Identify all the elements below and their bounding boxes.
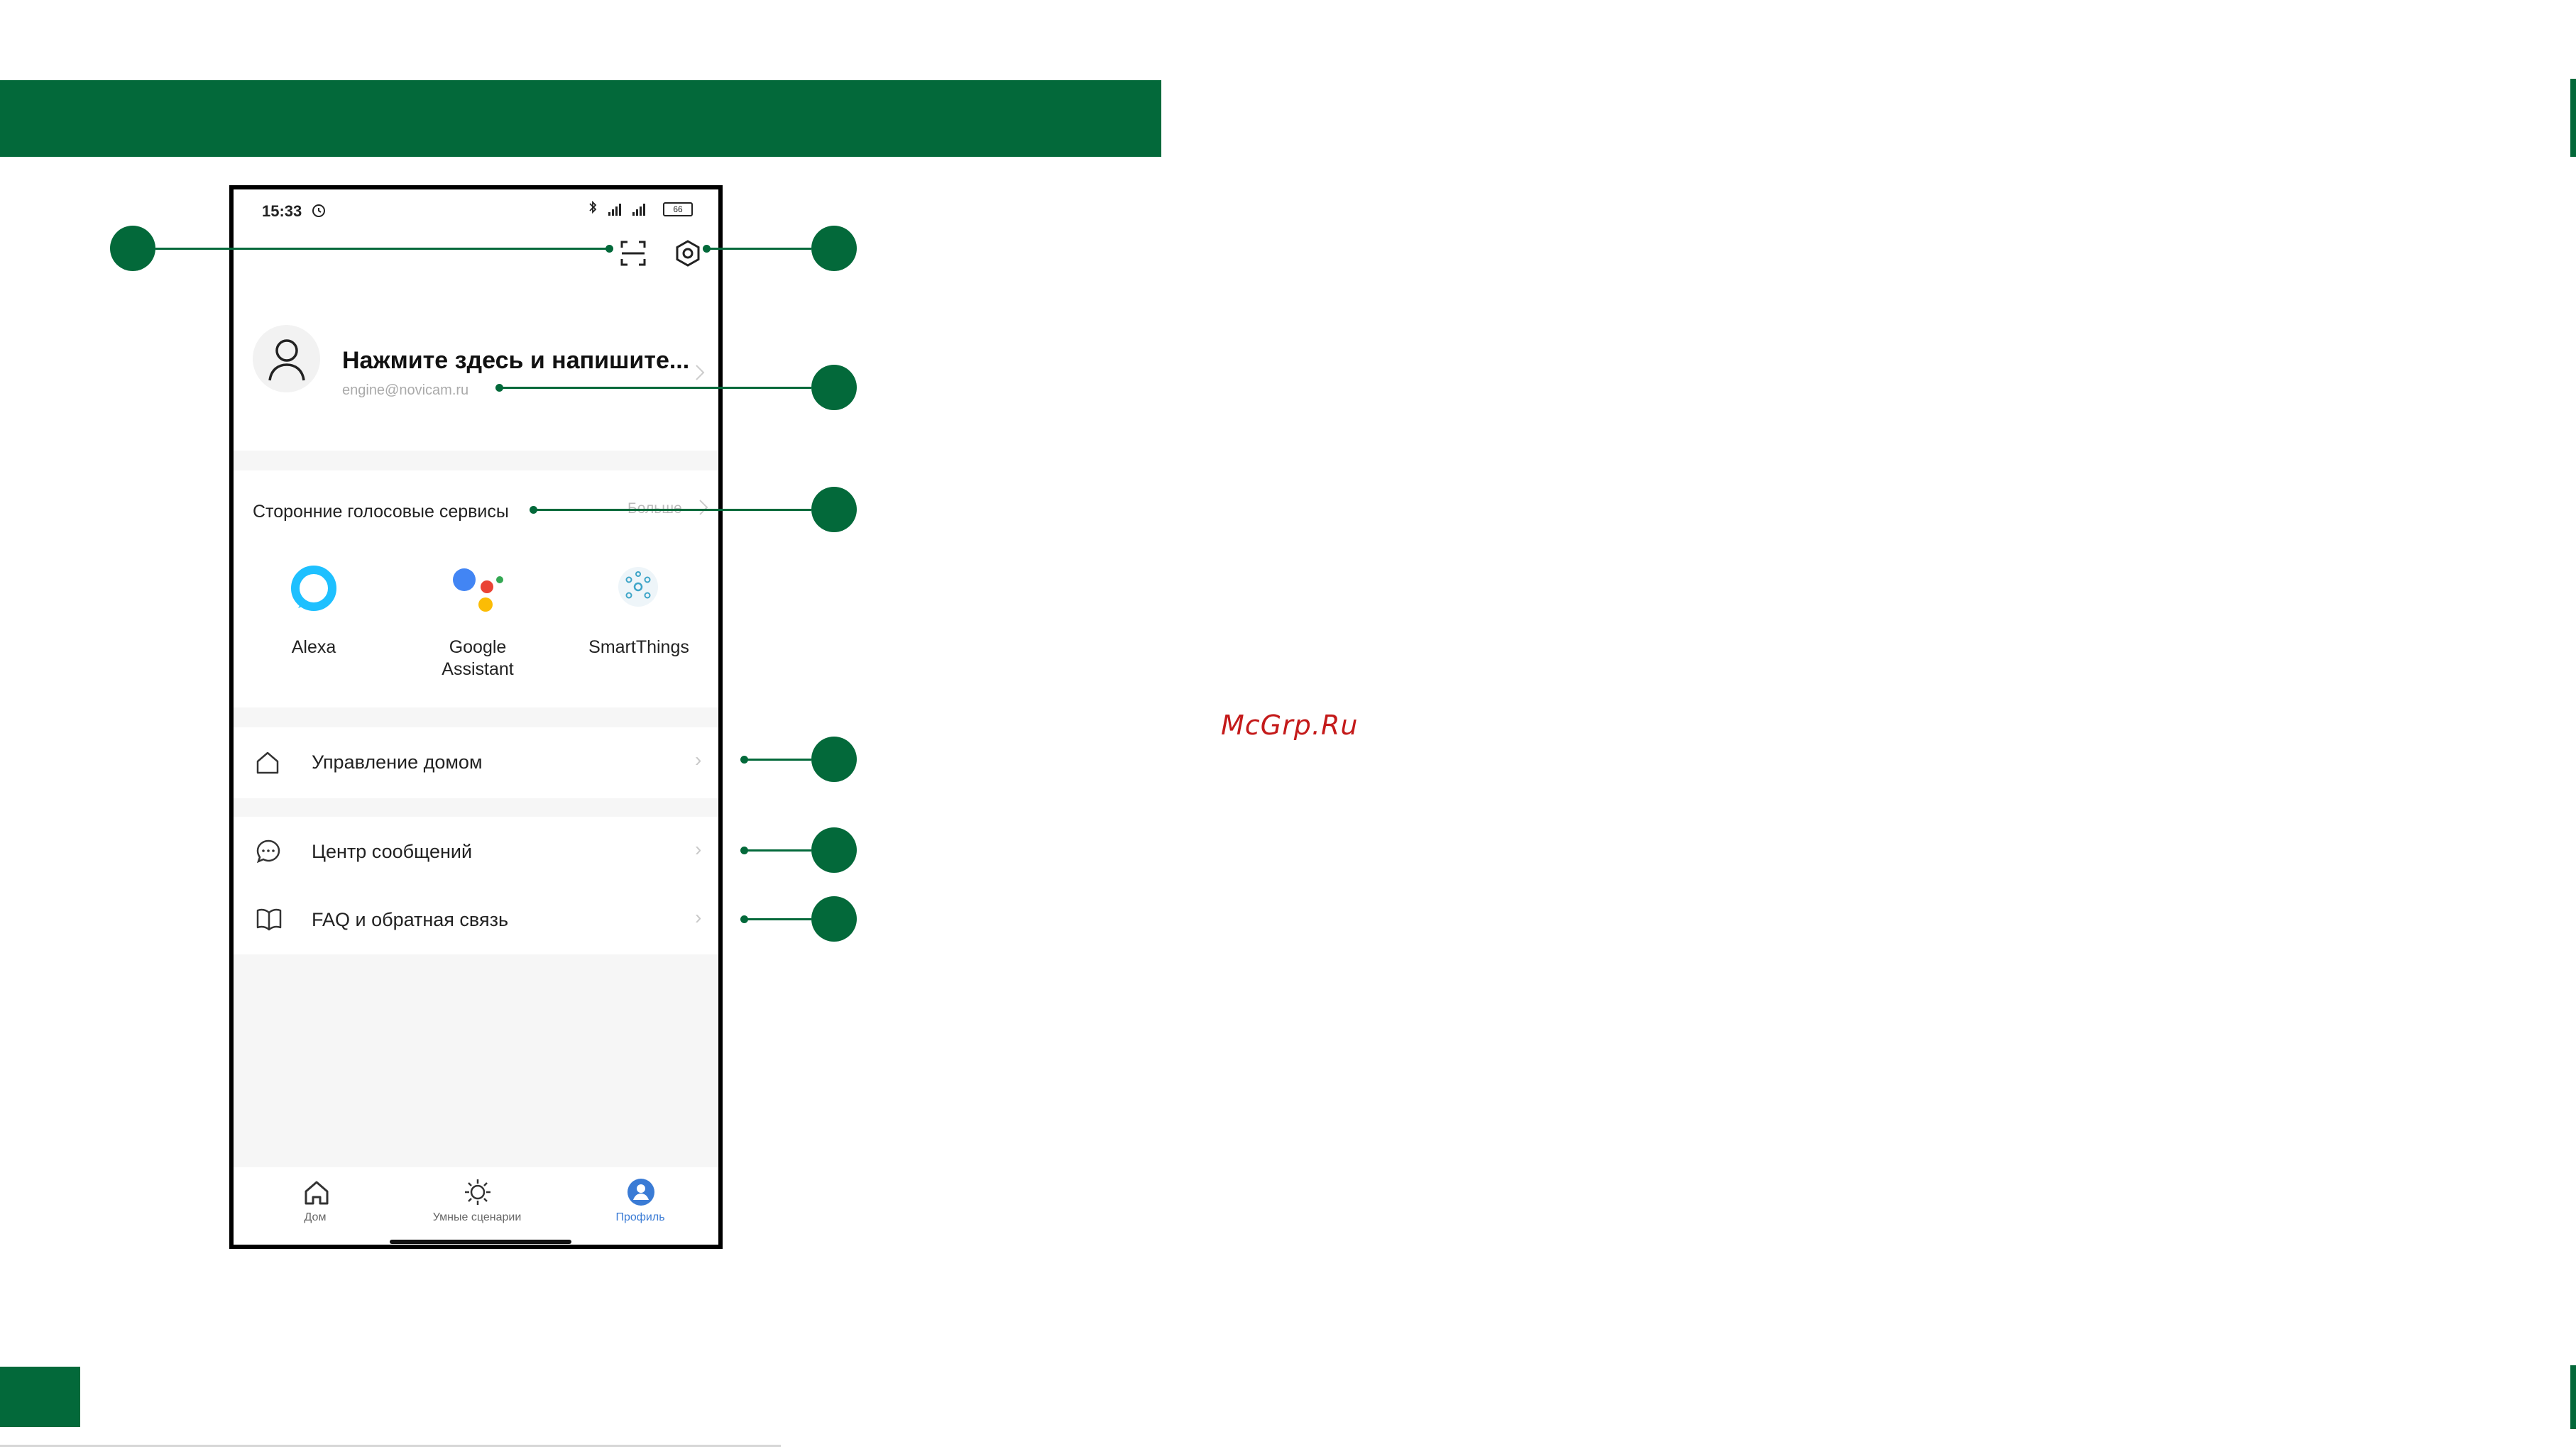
menu-item-faq[interactable]: FAQ и обратная связь › [234,886,718,954]
menu-item-message-center[interactable]: Центр сообщений › [234,817,718,886]
tab-smart-scenes[interactable]: Умные сценарии [420,1167,534,1235]
callout-line-faq [744,918,811,920]
house-icon [256,751,279,774]
status-time: 15:33 [262,202,302,220]
home-icon [305,1181,329,1205]
profile-name[interactable]: Нажмите здесь и напишите... [342,347,689,375]
chevron-right-icon: › [695,838,702,860]
smartthings-label[interactable]: SmartThings [568,637,710,659]
callout-dot-scan [605,245,613,253]
callout-marker-home [811,737,857,782]
tab-label-home: Дом [304,1211,327,1223]
page-corner-block [0,1367,80,1427]
callout-dot-home [740,756,748,764]
profile-icon [627,1179,654,1206]
callout-marker-settings [811,226,857,271]
signal-icons [589,201,645,216]
phone-screen: 15:33 66 Нажмите здесь и напишите... eng… [229,185,723,1249]
callout-marker-voice [811,487,857,532]
book-icon [256,908,282,931]
tab-profile[interactable]: Профиль [583,1167,697,1235]
voice-services-title: Сторонние голосовые сервисы [253,502,509,522]
callout-dot-profile [495,384,503,392]
callout-marker-profile [811,365,857,410]
profile-chevron-icon [696,365,705,380]
scan-icon[interactable] [619,239,647,268]
footer-rule [0,1445,781,1447]
chevron-right-icon: › [695,749,702,771]
message-icon [256,839,280,864]
bottom-tab-bar: Дом Умные сценарии Профиль [234,1167,718,1245]
avatar [253,325,320,392]
google-assistant-icon[interactable] [451,566,508,615]
user-icon [268,339,305,381]
tab-label-smart-scenes: Умные сценарии [432,1211,522,1223]
alarm-icon [312,204,325,217]
menu-label-home-management: Управление домом [312,751,483,773]
callout-marker-scan [110,226,155,271]
callout-line-voice [534,509,811,511]
callout-line-home [744,759,811,761]
settings-icon[interactable] [674,239,702,268]
profile-email: engine@novicam.ru [342,382,469,398]
header-band [0,80,1161,157]
callout-dot-faq [740,915,748,923]
callout-line-profile [500,387,811,389]
watermark: McGrp.Ru [1221,710,1359,741]
alexa-icon[interactable] [290,564,338,612]
voice-more-chevron-icon[interactable] [698,499,708,516]
home-indicator [390,1240,571,1244]
chevron-right-icon: › [695,906,702,928]
callout-marker-faq [811,896,857,942]
right-edge-marker [2570,79,2576,157]
tab-home[interactable]: Дом [258,1167,372,1235]
smartthings-icon[interactable] [617,566,659,608]
sun-icon [465,1179,490,1205]
tab-label-profile: Профиль [615,1211,665,1223]
callout-line-messages [744,849,811,852]
callout-line-settings [710,248,811,250]
callout-line-scan [155,248,610,250]
battery-indicator: 66 [663,202,693,216]
menu-label-faq: FAQ и обратная связь [312,909,509,930]
callout-dot-voice [530,506,537,514]
status-bar: 15:33 66 [234,189,718,225]
callout-dot-settings [703,245,711,253]
top-bar [234,225,718,293]
menu-item-home-management[interactable]: Управление домом › [234,727,718,798]
menu-label-message-center: Центр сообщений [312,841,473,862]
alexa-label[interactable]: Alexa [243,637,385,659]
callout-marker-messages [811,827,857,873]
right-edge-marker-bottom [2570,1365,2576,1429]
callout-dot-messages [740,847,748,854]
google-assistant-label[interactable]: Google Assistant [407,637,549,681]
